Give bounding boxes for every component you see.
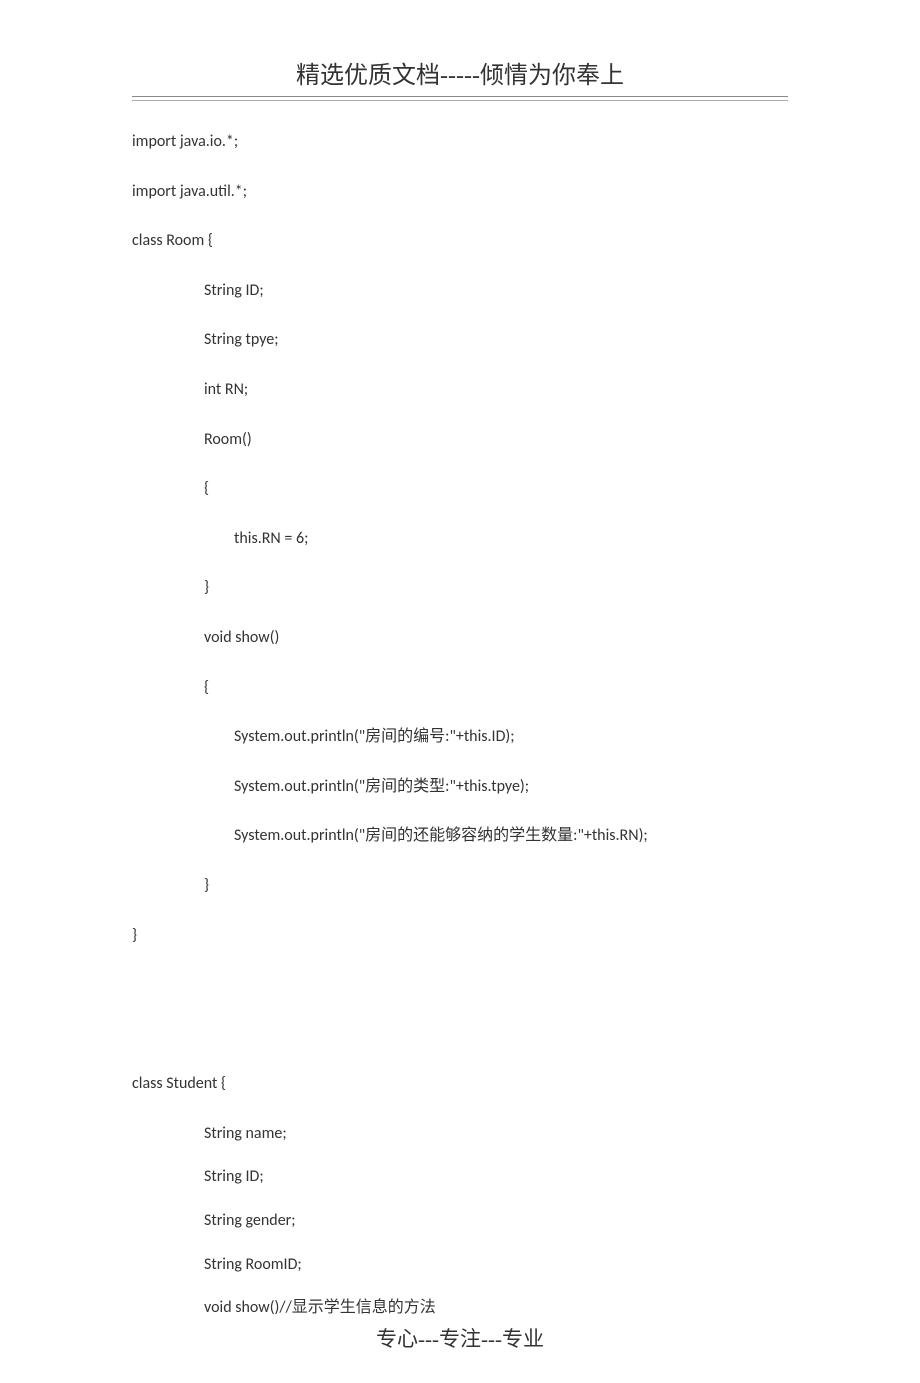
code-line: { (132, 675, 788, 701)
code-line: String gender; (132, 1208, 788, 1234)
code-line: class Room { (132, 228, 788, 254)
code-line: } (132, 923, 788, 949)
code-line: int RN; (132, 377, 788, 403)
code-content: import java.io.*; import java.util.*; clas… (132, 129, 788, 1321)
code-line: { (132, 476, 788, 502)
code-line: String tpye; (132, 327, 788, 353)
code-line (132, 972, 788, 998)
code-line: System.out.println("房间的编号:"+this.ID); (132, 724, 788, 750)
code-line: String ID; (132, 278, 788, 304)
code-line: System.out.println("房间的还能够容纳的学生数量:"+this… (132, 823, 788, 849)
code-line: } (132, 873, 788, 899)
code-line: import java.io.*; (132, 129, 788, 155)
code-line: void show()//显示学生信息的方法 (132, 1295, 788, 1321)
header-divider (132, 96, 788, 101)
code-line: String RoomID; (132, 1252, 788, 1278)
code-line: import java.util.*; (132, 179, 788, 205)
code-line (132, 1022, 788, 1048)
page-header-title: 精选优质文档-----倾情为你奉上 (132, 55, 788, 90)
code-line: class Student { (132, 1071, 788, 1097)
page-footer: 专心---专注---专业 (132, 1323, 788, 1353)
code-line: void show() (132, 625, 788, 651)
code-line: } (132, 575, 788, 601)
document-page: 精选优质文档-----倾情为你奉上 import java.io.*;impor… (0, 0, 920, 1383)
code-line: this.RN = 6; (132, 526, 788, 552)
code-line: System.out.println("房间的类型:"+this.tpye); (132, 774, 788, 800)
code-line: Room() (132, 427, 788, 453)
code-line: String name; (132, 1121, 788, 1147)
code-line: String ID; (132, 1164, 788, 1190)
